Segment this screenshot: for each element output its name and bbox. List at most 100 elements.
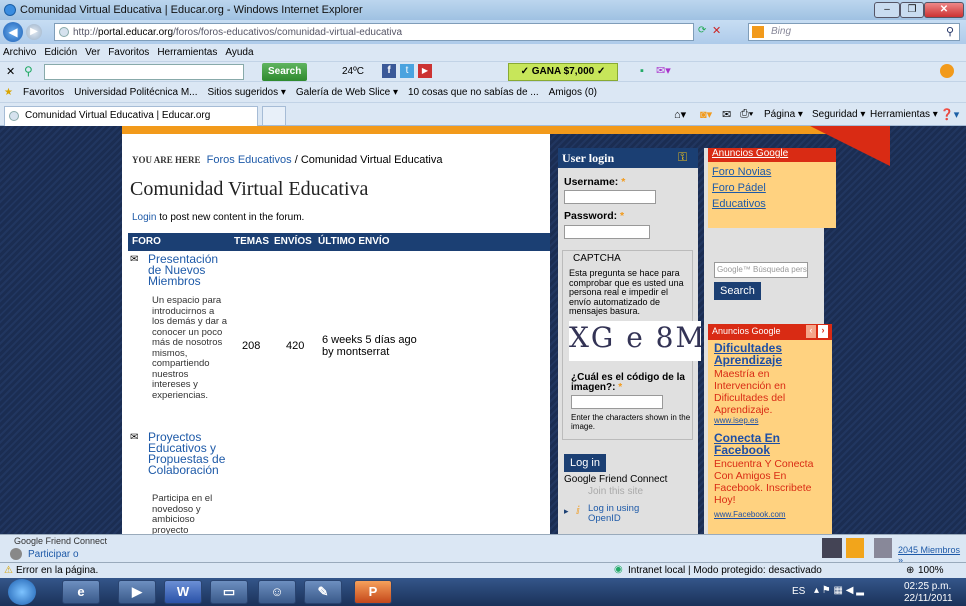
youtube-icon[interactable]: ▶ [418,64,432,78]
next-arrow-icon[interactable]: › [818,325,828,338]
page-curl-corner[interactable] [810,126,890,166]
favorites-button[interactable]: Favoritos [23,87,64,98]
ad-title[interactable]: Dificultades Aprendizaje [714,342,826,366]
home-icon[interactable]: ⌂▾ [674,108,686,121]
fav-item-10cosas[interactable]: 10 cosas que no sabías de ... [408,87,539,98]
captcha-fieldset: CAPTCHA Esta pregunta se hace para compr… [562,250,701,440]
start-button[interactable] [8,579,36,605]
refresh-icon[interactable]: ⟳ [698,25,706,36]
ie-icon [4,4,16,16]
gfc-join-link[interactable]: Join this site [588,486,643,497]
captcha-input[interactable] [571,395,663,409]
google-search-input[interactable]: Google™ Búsqueda perso [714,262,808,278]
help-icon[interactable]: ❓▾ [940,108,959,121]
taskbar-media-icon[interactable]: ▶ [118,580,156,604]
breadcrumb-label: YOU ARE HERE [132,155,201,165]
url-field[interactable]: http://portal.educar.org/foros/foros-edu… [54,23,694,41]
menu-herramientas[interactable]: Herramientas [157,47,217,58]
forum-description: Participa en el novedoso y ambicioso pro… [152,493,213,534]
taskbar-ie-icon[interactable]: e [62,580,100,604]
menu-edicion[interactable]: Edición [44,47,77,58]
toolbar-extra-icon[interactable] [940,64,954,78]
forum-link[interactable]: Proyectos Educativos y Propuestas de Col… [148,431,228,476]
tab-active[interactable]: Comunidad Virtual Educativa | Educar.org [4,106,258,126]
google-search-button[interactable]: Search [714,282,761,300]
print-icon[interactable]: ⎙▾ [740,108,753,121]
maximize-button[interactable]: ❐ [900,2,924,18]
toolbar-search-icon: ⚲ [24,64,33,78]
tray-icons[interactable]: ▴ ⚑ ▦ ◀ ▂ [814,585,864,596]
openid-link[interactable]: Log in using OpenID [588,504,648,523]
facebook-icon[interactable]: f [382,64,396,78]
ad-link-foro-padel[interactable]: Foro Pádel [708,180,836,196]
page-menu[interactable]: Página ▾ [764,109,803,120]
stop-icon[interactable]: ✕ [712,24,721,37]
menu-favoritos[interactable]: Favoritos [108,47,149,58]
menu-archivo[interactable]: Archivo [3,47,36,58]
new-tab-button[interactable] [262,106,286,126]
title-bar: Comunidad Virtual Educativa | Educar.org… [0,0,966,20]
adsense-box: Anuncios Google ‹ › Dificultades Aprendi… [708,324,832,534]
password-input[interactable] [564,225,650,239]
clock-date[interactable]: 22/11/2011 [904,593,953,604]
ad-url[interactable]: www.Facebook.com [714,510,786,519]
back-button[interactable]: ◀ [3,22,23,42]
game-icon[interactable]: ▪ [640,65,644,77]
mail-icon[interactable]: ✉▾ [656,64,671,77]
username-input[interactable] [564,190,656,204]
fav-item-upm[interactable]: Universidad Politécnica M... [74,87,197,98]
menu-ayuda[interactable]: Ayuda [225,47,253,58]
read-mail-icon[interactable]: ✉ [722,108,731,121]
minimize-button[interactable]: – [874,2,900,18]
member-avatar[interactable] [874,538,892,558]
intranet-icon: ◉ [614,564,623,575]
taskbar-powerpoint-icon[interactable]: P [354,580,392,604]
status-text: Error en la página. [15,565,99,576]
forward-button[interactable]: ▶ [26,24,42,40]
password-label: Password: * [564,210,625,222]
fav-item-sitios[interactable]: Sitios sugeridos ▾ [207,87,285,98]
prev-arrow-icon[interactable]: ‹ [806,325,816,338]
zone-text[interactable]: Intranet local | Modo protegido: desacti… [628,565,822,576]
forum-last-time: 6 weeks 5 días ago [322,334,417,346]
tools-menu[interactable]: Herramientas ▾ [870,109,938,120]
forum-posts: 420 [286,340,305,352]
taskbar-paint-icon[interactable]: ✎ [304,580,342,604]
taskbar-messenger-icon[interactable]: ☺ [258,580,296,604]
taskbar-word-icon[interactable]: W [164,580,202,604]
favorites-star-icon: ★ [4,86,13,98]
forum-icon: ✉ [130,254,139,265]
warning-icon[interactable]: ⚠ [4,565,13,576]
member-avatar[interactable] [846,538,864,558]
ad-url[interactable]: www.isep.es [714,416,758,425]
search-field[interactable]: Bing [748,23,960,41]
taskbar-folder-icon[interactable]: ▭ [210,580,248,604]
member-avatar[interactable] [822,538,842,558]
login-button[interactable]: Log in [564,454,606,472]
forum-link[interactable]: Presentación de Nuevos Miembros [148,253,228,287]
weather-temp[interactable]: 24ºC [342,66,364,77]
twitter-icon[interactable]: t [400,64,414,78]
close-button[interactable]: ✕ [924,2,964,18]
language-indicator[interactable]: ES [792,586,805,597]
ad-link-educativos[interactable]: Educativos [708,196,836,212]
toolbar-close-icon[interactable]: ✕ [6,65,15,78]
gfc-bar-title: Google Friend Connect [14,536,108,546]
gfc-join-link[interactable]: Participar o [28,549,79,560]
search-icon[interactable]: ⚲ [946,25,954,38]
zoom-level[interactable]: 100% [918,565,944,576]
captcha-hint: Enter the characters shown in the image. [571,413,691,431]
clock-time[interactable]: 02:25 p.m. [904,581,951,592]
captcha-image: XG e 8M [569,321,701,361]
fav-item-galeria[interactable]: Galería de Web Slice ▾ [296,87,398,98]
fav-item-amigos[interactable]: Amigos (0) [549,87,597,98]
feeds-icon[interactable]: ◙▾ [700,108,712,121]
toolbar-search-input[interactable] [44,64,244,80]
login-link[interactable]: Login [132,212,156,223]
security-menu[interactable]: Seguridad ▾ [812,109,865,120]
breadcrumb-link[interactable]: Foros Educativos [207,154,292,166]
toolbar-search-button[interactable]: Search [262,63,308,81]
promo-button[interactable]: ✓ GANA $7,000 ✓ [508,63,618,81]
ad-title[interactable]: Conecta En Facebook [714,432,826,456]
menu-ver[interactable]: Ver [85,47,100,58]
